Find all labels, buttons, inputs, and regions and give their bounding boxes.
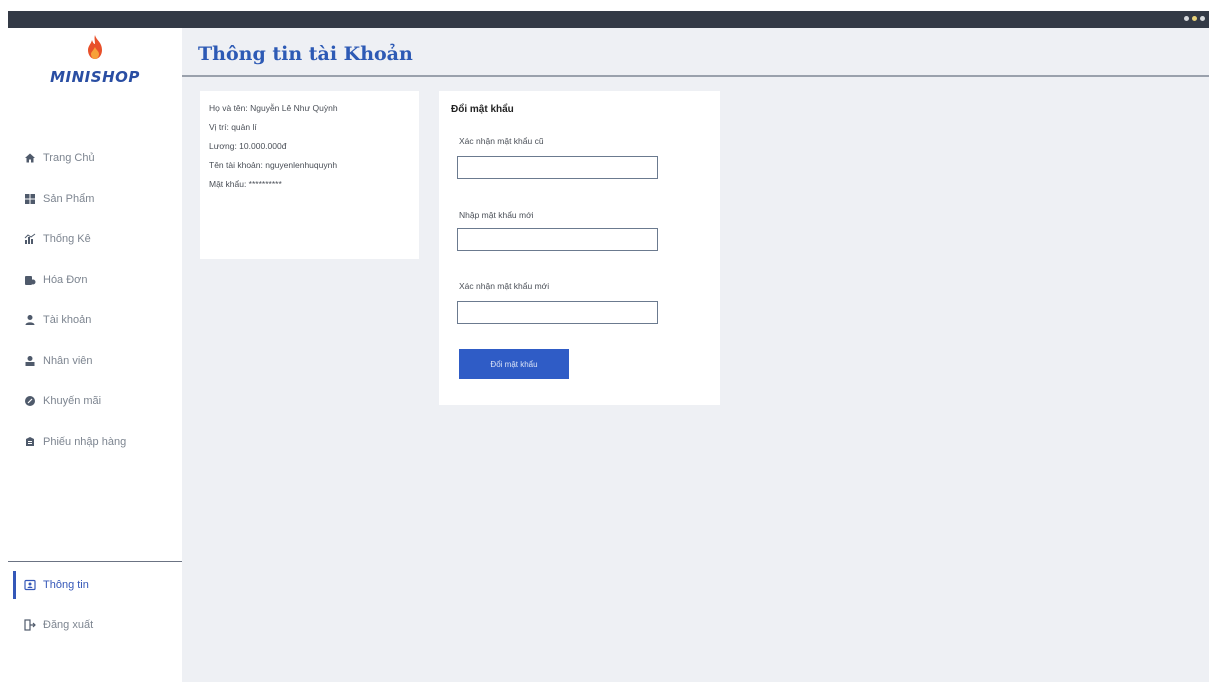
receipt-icon [24, 436, 36, 448]
close-icon[interactable] [1200, 16, 1205, 21]
confirm-password-input[interactable] [457, 301, 658, 324]
maximize-icon[interactable] [1192, 16, 1197, 21]
change-password-button[interactable]: Đổi mật khẩu [459, 349, 569, 379]
sidebar-divider [8, 561, 182, 562]
sidebar-item-label: Sản Phẩm [43, 192, 95, 205]
sidebar-item-dang-xuat[interactable]: Đăng xuất [8, 605, 182, 645]
main-content: Thông tin tài Khoản Họ và tên: Nguyễn Lê… [182, 28, 1209, 682]
info-password: Mật khẩu: ********** [209, 179, 282, 189]
user-icon [24, 314, 36, 326]
info-fullname: Họ và tên: Nguyễn Lê Như Quỳnh [209, 103, 338, 113]
sidebar-item-label: Tài khoản [43, 314, 92, 327]
sidebar-item-khuyen-mai[interactable]: Khuyến mãi [8, 381, 182, 422]
logo-text: MINISHOP [50, 68, 140, 86]
change-password-title: Đổi mật khẩu [451, 104, 514, 115]
old-password-input[interactable] [457, 156, 658, 179]
sidebar-item-label: Hóa Đơn [43, 273, 88, 286]
sidebar-item-label: Khuyến mãi [43, 395, 102, 408]
sidebar-item-phieu-nhap-hang[interactable]: Phiếu nhập hàng [8, 422, 182, 463]
id-card-icon [24, 579, 36, 591]
window-titlebar [8, 11, 1209, 28]
logout-icon [24, 619, 36, 631]
staff-icon [24, 355, 36, 367]
info-position: Vị trí: quản lí [209, 122, 257, 132]
sidebar-item-label: Phiếu nhập hàng [43, 435, 127, 448]
minimize-icon[interactable] [1184, 16, 1189, 21]
home-icon [24, 152, 36, 164]
sidebar: MINISHOP Trang Chủ Sản Phẩm Thống Kê Hóa… [8, 28, 182, 682]
sidebar-item-san-pham[interactable]: Sản Phẩm [8, 179, 182, 220]
page-header: Thông tin tài Khoản [182, 28, 1209, 77]
sidebar-item-thong-tin[interactable]: Thông tin [8, 565, 182, 605]
new-password-label: Nhập mật khẩu mới [459, 210, 534, 220]
grid-icon [24, 193, 36, 205]
page-title: Thông tin tài Khoản [198, 43, 413, 65]
info-salary: Lương: 10.000.000đ [209, 141, 287, 151]
logo: MINISHOP [8, 34, 182, 86]
sidebar-item-thong-ke[interactable]: Thống Kê [8, 219, 182, 260]
old-password-label: Xác nhận mật khẩu cũ [459, 136, 544, 146]
flame-icon [85, 34, 105, 60]
sidebar-bottom-nav: Thông tin Đăng xuất [8, 565, 182, 645]
chart-icon [24, 233, 36, 245]
sidebar-item-hoa-don[interactable]: Hóa Đơn [8, 260, 182, 301]
invoice-icon [24, 274, 36, 286]
sidebar-item-label: Thông tin [43, 579, 89, 591]
sidebar-item-label: Đăng xuất [43, 619, 94, 631]
promo-icon [24, 395, 36, 407]
sidebar-nav: Trang Chủ Sản Phẩm Thống Kê Hóa Đơn Tài … [8, 138, 182, 462]
sidebar-item-nhan-vien[interactable]: Nhân viên [8, 341, 182, 382]
window-controls [1184, 16, 1205, 21]
change-password-card: Đổi mật khẩu Xác nhận mật khẩu cũ Nhập m… [439, 91, 720, 405]
sidebar-item-trang-chu[interactable]: Trang Chủ [8, 138, 182, 179]
confirm-password-label: Xác nhận mật khẩu mới [459, 281, 550, 291]
sidebar-item-label: Nhân viên [43, 354, 93, 367]
sidebar-item-label: Thống Kê [43, 233, 91, 246]
sidebar-item-label: Trang Chủ [43, 152, 95, 165]
sidebar-item-tai-khoan[interactable]: Tài khoản [8, 300, 182, 341]
account-info-card: Họ và tên: Nguyễn Lê Như Quỳnh Vị trí: q… [200, 91, 419, 259]
new-password-input[interactable] [457, 228, 658, 251]
info-username: Tên tài khoản: nguyenlenhuquynh [209, 160, 338, 170]
